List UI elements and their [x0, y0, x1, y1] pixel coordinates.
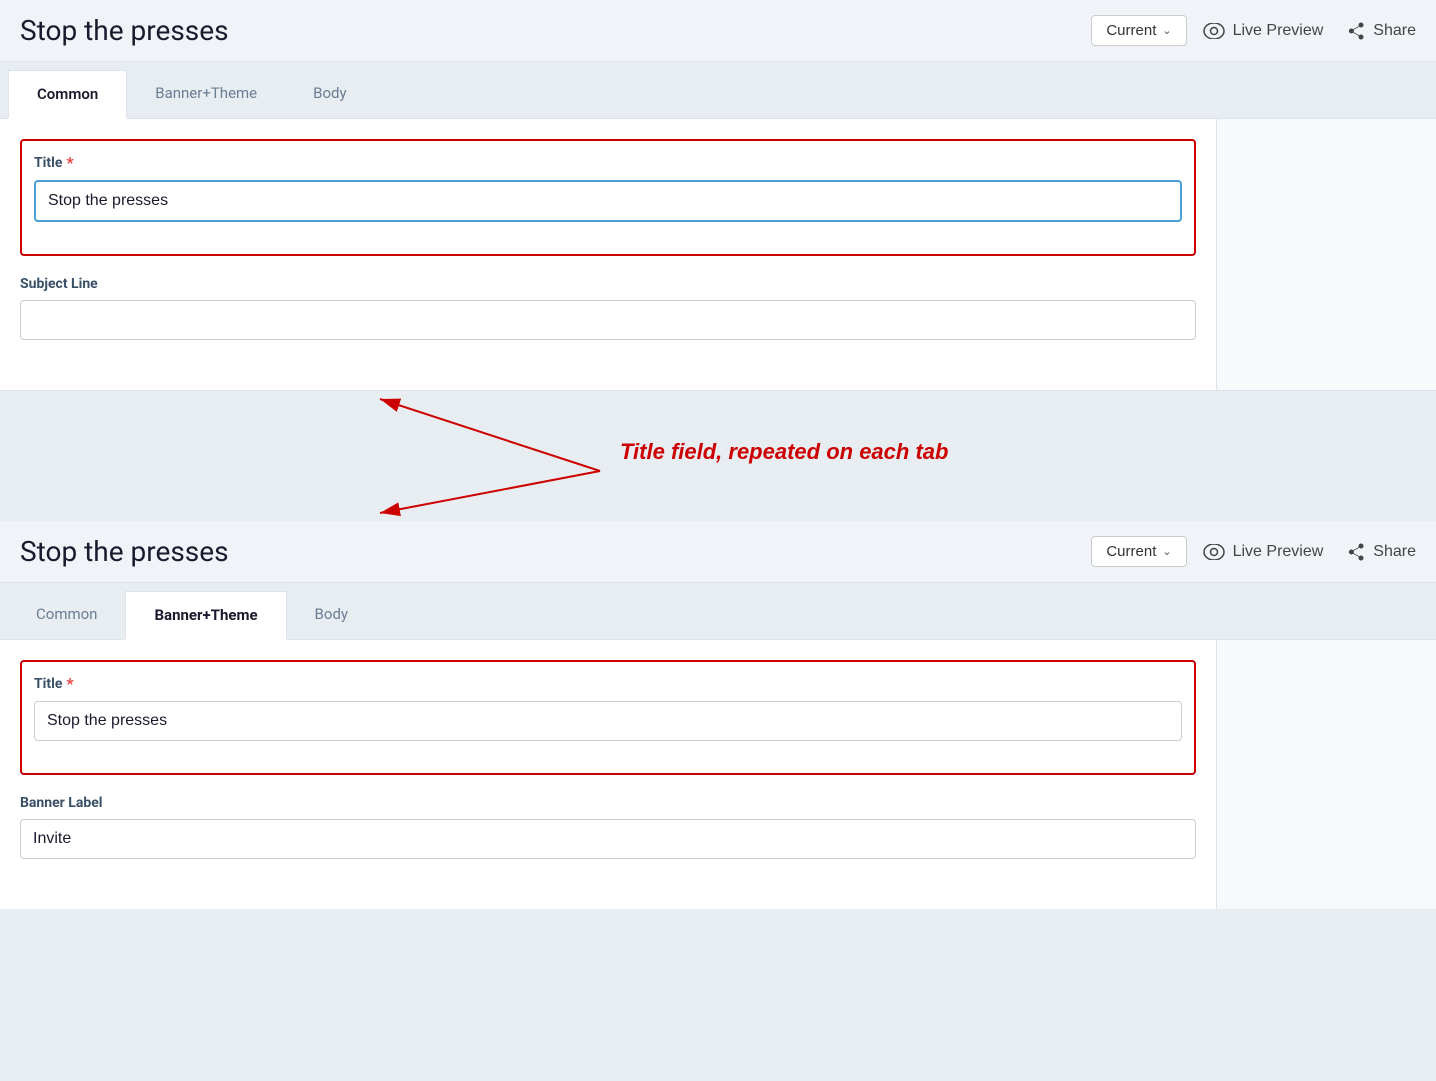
tab-body-top[interactable]: Body	[285, 70, 374, 118]
required-star-bottom: *	[66, 674, 73, 693]
share-label-bottom: Share	[1373, 543, 1416, 561]
share-icon-bottom	[1347, 543, 1365, 561]
subject-line-section: Subject Line	[20, 276, 1196, 340]
chevron-down-icon-top: ⌄	[1162, 24, 1171, 37]
annotation-arrow-svg: Title field, repeated on each tab	[0, 391, 1436, 521]
live-preview-button-bottom[interactable]: Live Preview	[1203, 543, 1324, 561]
tab-body-bottom[interactable]: Body	[287, 591, 376, 639]
banner-label-section: Banner Label	[20, 795, 1196, 859]
eye-icon-bottom	[1203, 544, 1225, 560]
bottom-panel: Stop the presses Current ⌄ Live Preview	[0, 521, 1436, 909]
header-right-bottom: Live Preview Share	[1203, 543, 1416, 561]
subject-line-label: Subject Line	[20, 276, 1196, 292]
tab-banner-theme-bottom[interactable]: Banner+Theme	[125, 591, 286, 640]
page-title-top: Stop the presses	[20, 14, 1065, 47]
chevron-down-icon-bottom: ⌄	[1162, 545, 1171, 558]
title-label-bottom: Title *	[34, 674, 1182, 693]
tabs-bottom: Common Banner+Theme Body	[0, 583, 1436, 639]
current-dropdown-top[interactable]: Current ⌄	[1091, 15, 1186, 46]
live-preview-button-top[interactable]: Live Preview	[1203, 22, 1324, 40]
title-field-section-top: Title *	[34, 153, 1182, 222]
tabs-top: Common Banner+Theme Body	[0, 62, 1436, 118]
bottom-panel-header: Stop the presses Current ⌄ Live Preview	[0, 521, 1436, 583]
current-dropdown-label-top: Current	[1106, 22, 1156, 39]
current-dropdown-bottom[interactable]: Current ⌄	[1091, 536, 1186, 567]
tab-banner-theme-top[interactable]: Banner+Theme	[127, 70, 285, 118]
top-panel-header: Stop the presses Current ⌄ Live Preview	[0, 0, 1436, 62]
live-preview-label-top: Live Preview	[1233, 22, 1324, 40]
subject-line-input[interactable]	[20, 300, 1196, 340]
annotation-arrow-area: Title field, repeated on each tab	[0, 391, 1436, 521]
current-dropdown-label-bottom: Current	[1106, 543, 1156, 560]
right-sidebar-bottom	[1216, 639, 1436, 909]
right-sidebar-top	[1216, 118, 1436, 390]
share-icon-top	[1347, 22, 1365, 40]
banner-label-input[interactable]	[20, 819, 1196, 859]
header-right-top: Live Preview Share	[1203, 22, 1416, 40]
eye-icon-top	[1203, 23, 1225, 39]
title-input-top[interactable]	[34, 180, 1182, 222]
title-label-top: Title *	[34, 153, 1182, 172]
annotation-text: Title field, repeated on each tab	[620, 439, 948, 464]
title-annotation-box-top: Title *	[20, 139, 1196, 256]
banner-label-label: Banner Label	[20, 795, 1196, 811]
tab-common-bottom[interactable]: Common	[8, 591, 125, 639]
share-button-top[interactable]: Share	[1347, 22, 1416, 40]
live-preview-label-bottom: Live Preview	[1233, 543, 1324, 561]
title-field-section-bottom: Title *	[34, 674, 1182, 741]
title-annotation-box-bottom: Title *	[20, 660, 1196, 775]
share-label-top: Share	[1373, 22, 1416, 40]
share-button-bottom[interactable]: Share	[1347, 543, 1416, 561]
title-input-bottom[interactable]	[34, 701, 1182, 741]
required-star-top: *	[66, 153, 73, 172]
tab-common-top[interactable]: Common	[8, 70, 127, 119]
page-title-bottom: Stop the presses	[20, 535, 1065, 568]
